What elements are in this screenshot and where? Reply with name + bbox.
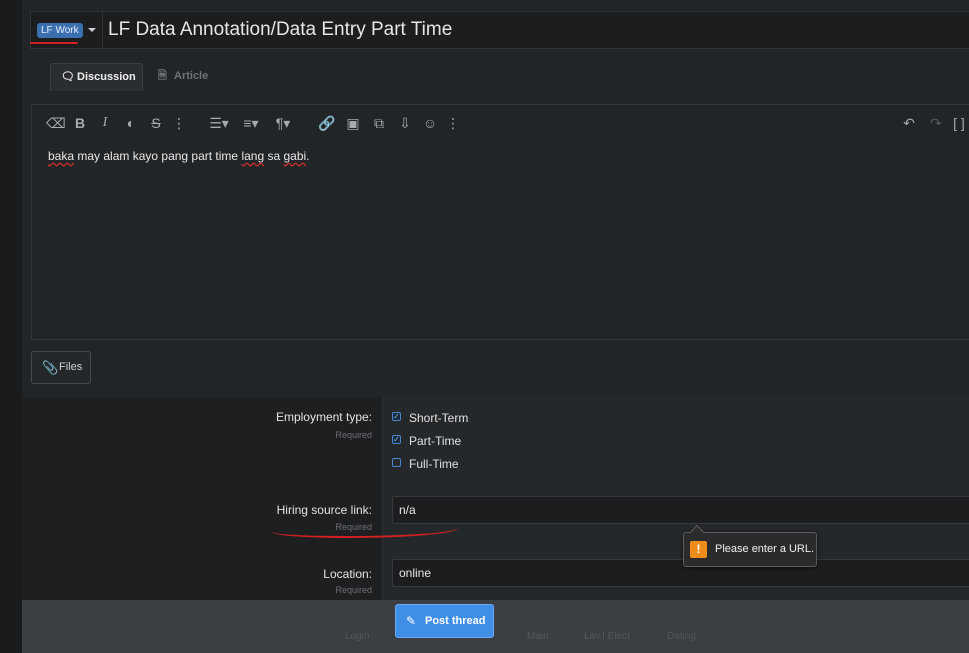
employment-type-hint: Required <box>335 430 372 440</box>
editor-body[interactable]: baka may alam kayo pang part time lang s… <box>48 149 310 163</box>
validation-tooltip: ! Please enter a URL. <box>683 524 817 567</box>
editor-text: may alam kayo pang part time <box>74 149 242 163</box>
paperclip-icon: 📎 <box>42 360 59 375</box>
checkbox-label: Part-Time <box>409 434 462 448</box>
comments-icon: 🗨 <box>61 71 75 83</box>
checkbox-checked[interactable]: ✓ <box>392 412 401 421</box>
editor-text: . <box>306 149 310 163</box>
location-input[interactable]: online <box>392 559 969 587</box>
footer-faint-text: Lav.I Elect <box>584 631 630 642</box>
footer-faint-text: Login <box>345 631 370 642</box>
link-icon[interactable]: 🔗 <box>318 113 336 133</box>
emoji-icon[interactable]: ☺ <box>421 113 439 133</box>
editor-toolbar: ⌫ B I ◐ S ⋮ ☰▾ ≡▾ ¶▾ 🔗 ▣ ⧉ ⇩ ☺ ⋮ ↶ ↷ [ ] <box>32 113 969 133</box>
warning-icon: ! <box>690 541 707 558</box>
image-icon[interactable]: ▣ <box>344 113 362 133</box>
media-icon[interactable]: ⧉ <box>369 113 389 133</box>
misspelled-word: lang <box>241 149 265 163</box>
tab-label: Article <box>174 70 209 82</box>
title-row: LF Work LF Data Annotation/Data Entry Pa… <box>30 11 969 49</box>
prefix-badge: LF Work <box>37 23 83 38</box>
palette-icon[interactable]: ◐ <box>122 113 140 133</box>
edit-icon: ✎ <box>406 614 417 628</box>
eraser-icon[interactable]: ⌫ <box>46 113 66 133</box>
redo-icon[interactable]: ↷ <box>927 113 945 133</box>
form-footer: Login Main Lav.I Elect Dating ✎ Post thr… <box>22 600 969 653</box>
hiring-source-label: Hiring source link: <box>276 503 372 517</box>
checkbox-unchecked[interactable] <box>392 458 401 467</box>
hiring-source-input[interactable]: n/a <box>392 496 969 524</box>
more-icon[interactable]: ⋮ <box>446 113 460 133</box>
left-gutter <box>0 0 23 653</box>
editor-text: sa <box>264 149 284 163</box>
footer-faint-text: Dating <box>667 631 696 642</box>
insert-icon[interactable]: ⇩ <box>395 113 415 133</box>
footer-faint-text: Main <box>527 631 549 642</box>
files-label: Files <box>59 361 83 373</box>
checkbox-label: Short-Term <box>409 411 469 425</box>
tab-discussion[interactable]: 🗨 Discussion <box>50 63 143 91</box>
post-thread-label: Post thread <box>425 615 486 627</box>
chevron-down-icon <box>88 28 96 32</box>
message-editor[interactable]: ⌫ B I ◐ S ⋮ ☰▾ ≡▾ ¶▾ 🔗 ▣ ⧉ ⇩ ☺ ⋮ ↶ ↷ [ ]… <box>31 104 969 340</box>
checkbox-checked[interactable]: ✓ <box>392 435 401 444</box>
thread-form: LF Work LF Data Annotation/Data Entry Pa… <box>22 0 969 653</box>
misspelled-word: baka <box>48 149 75 163</box>
undo-icon[interactable]: ↶ <box>900 113 918 133</box>
location-hint: Required <box>335 585 372 595</box>
more-icon[interactable]: ⋮ <box>172 113 186 133</box>
location-label: Location: <box>323 567 372 581</box>
checkbox-label: Full-Time <box>409 457 459 471</box>
bold-icon[interactable]: B <box>72 113 88 133</box>
post-thread-button[interactable]: ✎ Post thread <box>395 604 494 638</box>
custom-fields: Employment type: Required ✓ Short-Term ✓… <box>22 397 969 600</box>
tab-article[interactable]: 🗎 Article <box>148 63 228 91</box>
annotation-underline <box>30 42 78 44</box>
strikethrough-icon[interactable]: S <box>147 113 165 133</box>
paragraph-icon[interactable]: ¶▾ <box>270 113 296 133</box>
thread-title-input[interactable]: LF Data Annotation/Data Entry Part Time <box>108 12 452 48</box>
bbcode-icon[interactable]: [ ] <box>952 113 966 133</box>
attach-files-button[interactable]: 📎 Files <box>31 351 91 384</box>
align-icon[interactable]: ≡▾ <box>238 113 264 133</box>
document-icon: 🗎 <box>158 70 167 82</box>
list-icon[interactable]: ☰▾ <box>206 113 232 133</box>
employment-type-label: Employment type: <box>275 410 372 424</box>
tab-label: Discussion <box>77 71 136 83</box>
misspelled-word: gabi <box>283 149 307 163</box>
italic-icon[interactable]: I <box>97 113 113 133</box>
tooltip-message: Please enter a URL. <box>715 543 815 555</box>
